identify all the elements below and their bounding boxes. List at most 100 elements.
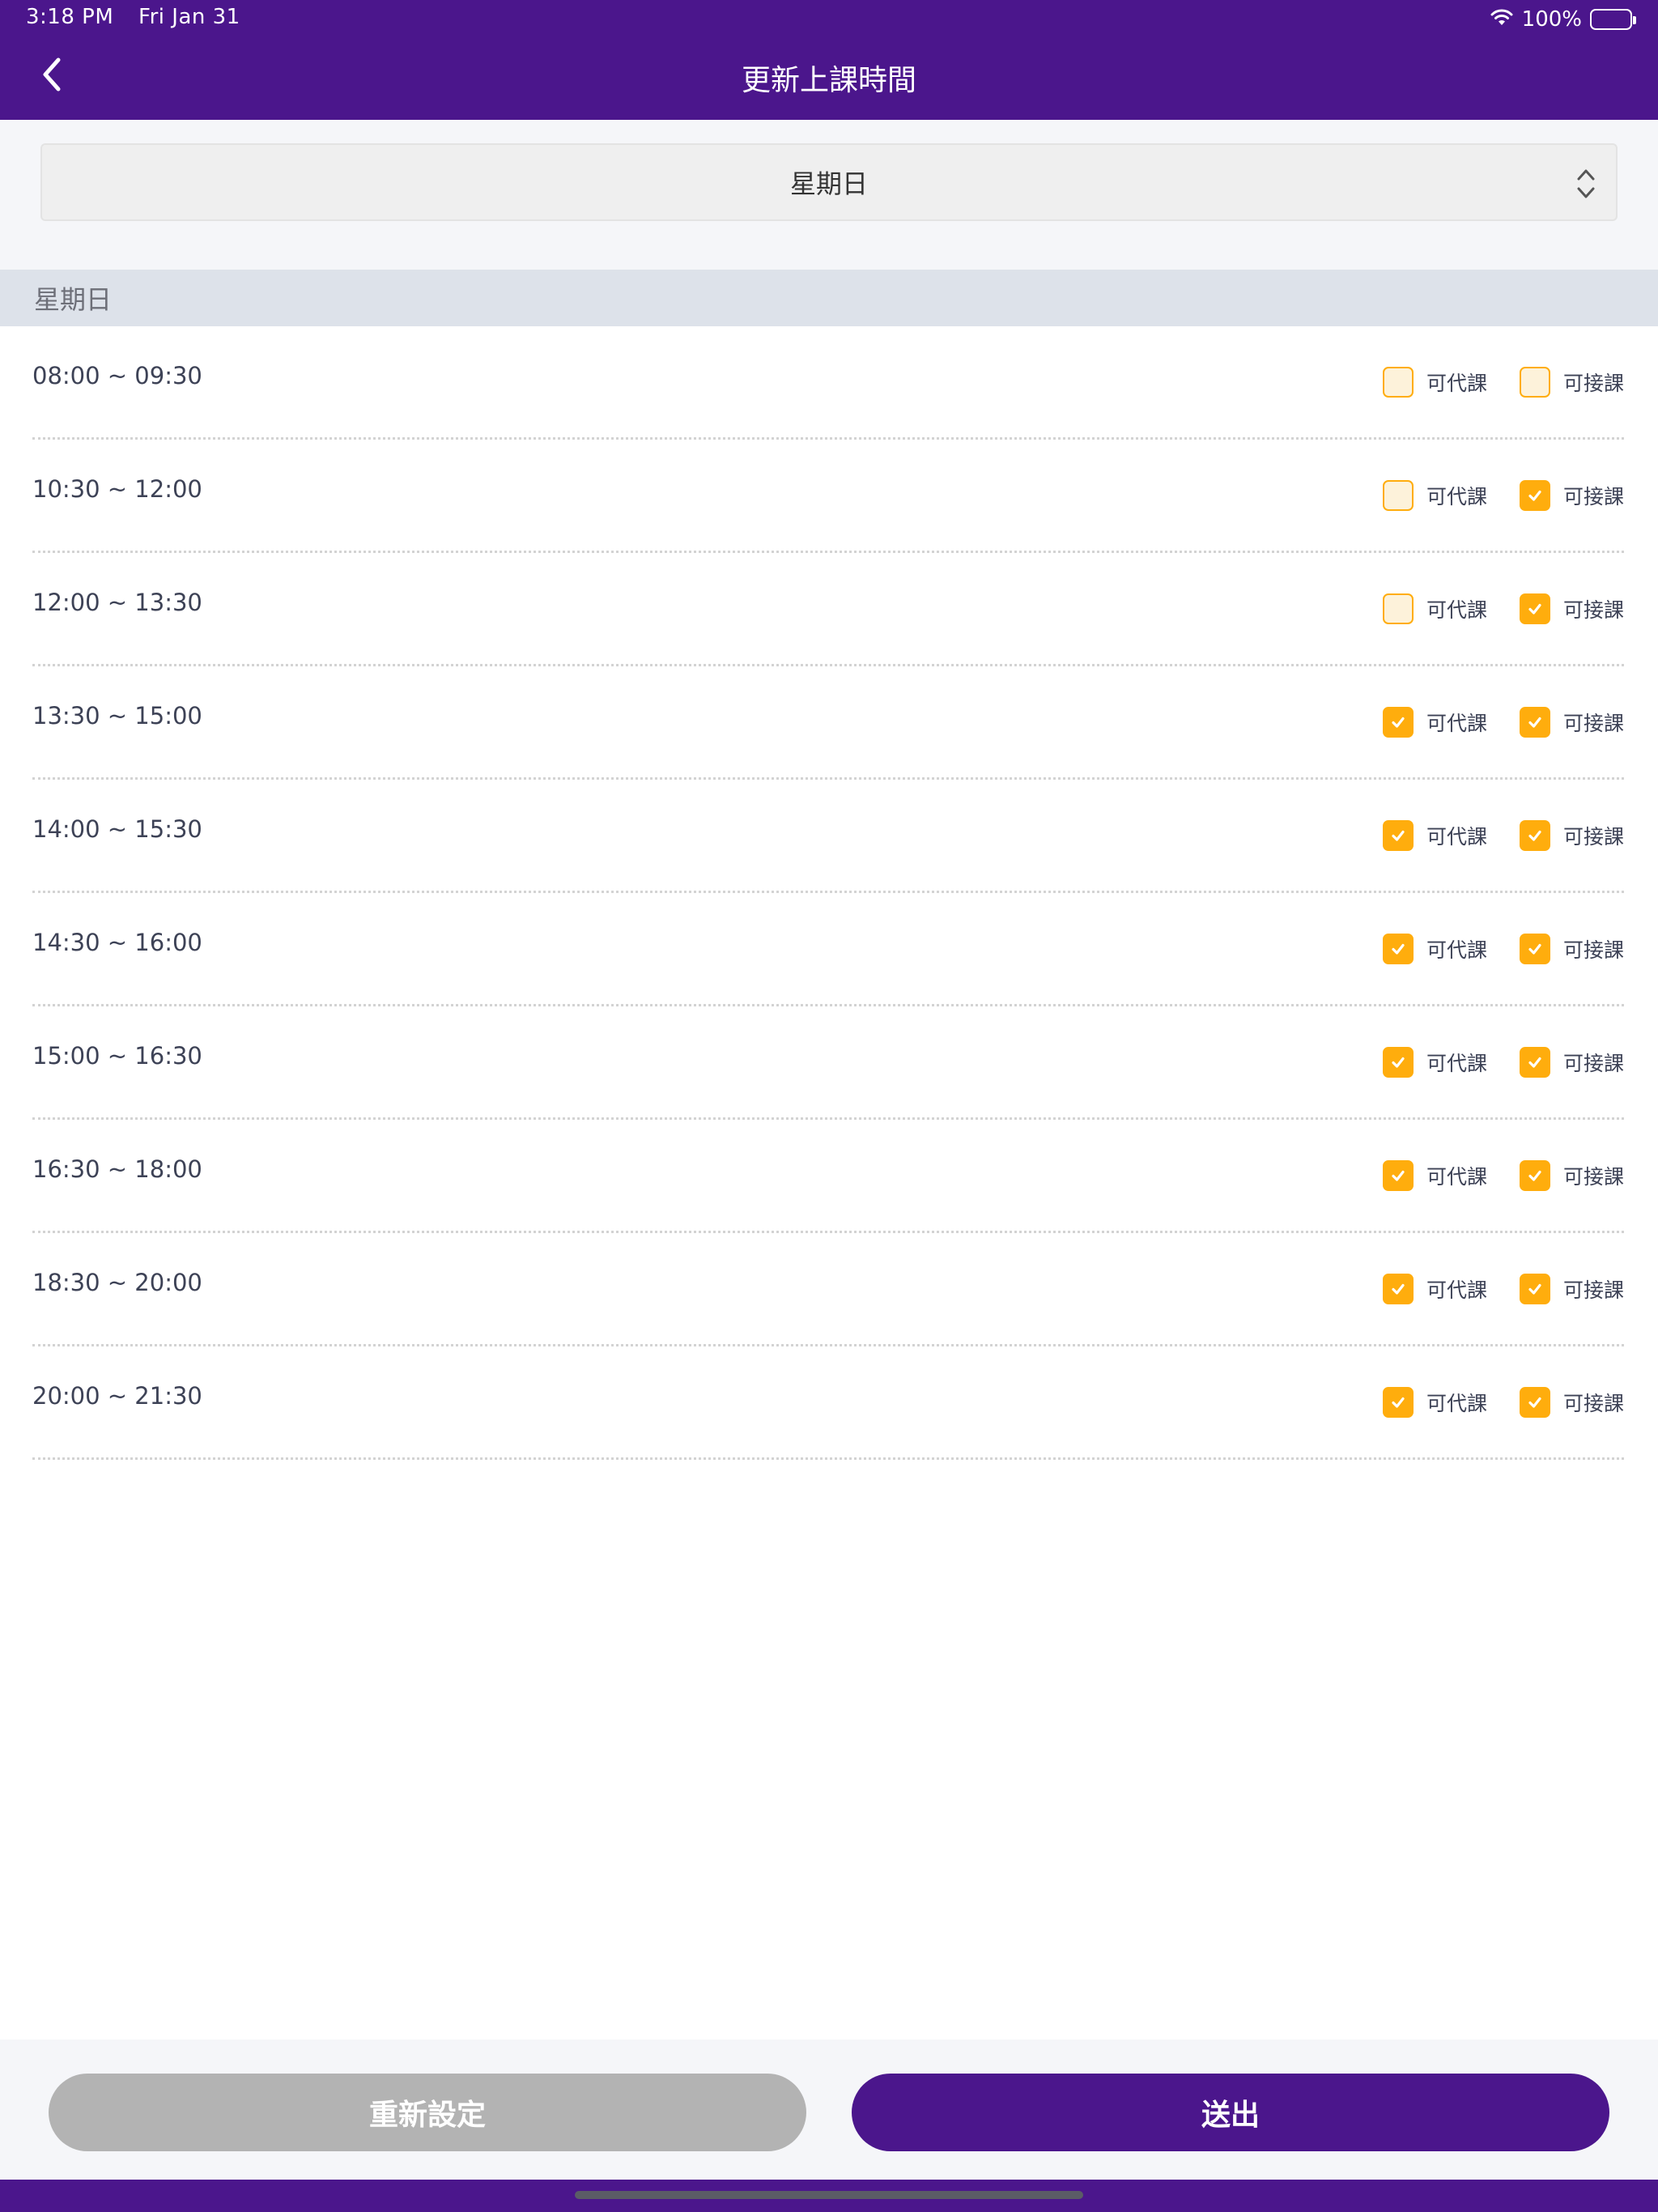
slot-time: 14:00 ~ 15:30 [32, 815, 202, 843]
checkmark-icon [1526, 713, 1544, 731]
accept-checkbox-option[interactable]: 可接課 [1519, 934, 1624, 964]
substitute-checkbox[interactable] [1382, 934, 1414, 964]
slot-options: 可代課 可接課 [1382, 1160, 1624, 1191]
substitute-checkbox-option[interactable]: 可代課 [1382, 1387, 1487, 1418]
substitute-checkbox-option[interactable]: 可代課 [1382, 934, 1487, 964]
slot-row: 16:30 ~ 18:00 可代課 可接課 [32, 1120, 1624, 1233]
slot-time: 13:30 ~ 15:00 [32, 702, 202, 730]
substitute-checkbox-option[interactable]: 可代課 [1382, 707, 1487, 738]
substitute-checkbox[interactable] [1382, 1387, 1414, 1418]
checkmark-icon [1526, 940, 1544, 958]
battery-icon [1590, 9, 1636, 30]
accept-checkbox-option[interactable]: 可接課 [1519, 1160, 1624, 1191]
slot-time: 12:00 ~ 13:30 [32, 589, 202, 616]
accept-checkbox[interactable] [1519, 707, 1550, 738]
substitute-checkbox-label: 可代課 [1426, 1278, 1487, 1302]
chevron-up-down-icon [1574, 164, 1598, 203]
accept-checkbox-option[interactable]: 可接課 [1519, 1387, 1624, 1418]
section-header: 星期日 [0, 270, 1658, 326]
substitute-checkbox-label: 可代課 [1426, 1052, 1487, 1075]
checkmark-icon [1389, 713, 1407, 731]
accept-checkbox-label: 可接課 [1562, 1278, 1624, 1302]
substitute-checkbox[interactable] [1382, 1160, 1414, 1191]
substitute-checkbox-option[interactable]: 可代課 [1382, 1274, 1487, 1304]
checkmark-icon [1389, 1167, 1407, 1185]
accept-checkbox-option[interactable]: 可接課 [1519, 367, 1624, 398]
accept-checkbox-label: 可接課 [1562, 372, 1624, 395]
checkmark-icon [1526, 1393, 1544, 1411]
slot-options: 可代課 可接課 [1382, 480, 1624, 511]
slot-row: 14:30 ~ 16:00 可代課 可接課 [32, 893, 1624, 1006]
slot-options: 可代課 可接課 [1382, 707, 1624, 738]
substitute-checkbox[interactable] [1382, 707, 1414, 738]
accept-checkbox-option[interactable]: 可接課 [1519, 707, 1624, 738]
substitute-checkbox-label: 可代課 [1426, 1392, 1487, 1415]
day-select[interactable]: 星期日 [40, 143, 1618, 221]
accept-checkbox[interactable] [1519, 1047, 1550, 1078]
accept-checkbox[interactable] [1519, 1387, 1550, 1418]
accept-checkbox-option[interactable]: 可接課 [1519, 1047, 1624, 1078]
accept-checkbox-option[interactable]: 可接課 [1519, 1274, 1624, 1304]
slot-time: 18:30 ~ 20:00 [32, 1269, 202, 1296]
submit-button[interactable]: 送出 [852, 2074, 1609, 2151]
accept-checkbox-label: 可接課 [1562, 1052, 1624, 1075]
slot-options: 可代課 可接課 [1382, 820, 1624, 851]
substitute-checkbox-option[interactable]: 可代課 [1382, 593, 1487, 624]
substitute-checkbox-option[interactable]: 可代課 [1382, 1047, 1487, 1078]
slot-options: 可代課 可接課 [1382, 1387, 1624, 1418]
slot-time: 14:30 ~ 16:00 [32, 929, 202, 956]
accept-checkbox-label: 可接課 [1562, 598, 1624, 622]
slot-options: 可代課 可接課 [1382, 934, 1624, 964]
substitute-checkbox-option[interactable]: 可代課 [1382, 480, 1487, 511]
accept-checkbox[interactable] [1519, 367, 1550, 398]
slot-list: 08:00 ~ 09:30 可代課 可接課 10:30 ~ 12:00 可代課 可接課 12… [0, 326, 1658, 1460]
substitute-checkbox[interactable] [1382, 593, 1414, 624]
substitute-checkbox-option[interactable]: 可代課 [1382, 820, 1487, 851]
page: 3:18 PM Fri Jan 31 100% 更新上課時間 星期日 星期日 0… [0, 0, 1658, 2212]
slot-row: 13:30 ~ 15:00 可代課 可接課 [32, 666, 1624, 780]
page-title: 更新上課時間 [741, 64, 916, 97]
accept-checkbox-label: 可接課 [1562, 712, 1624, 735]
checkmark-icon [1526, 1167, 1544, 1185]
checkmark-icon [1389, 827, 1407, 844]
slot-row: 10:30 ~ 12:00 可代課 可接課 [32, 440, 1624, 553]
status-date: Fri Jan 31 [138, 5, 240, 29]
substitute-checkbox-option[interactable]: 可代課 [1382, 367, 1487, 398]
checkmark-icon [1526, 487, 1544, 504]
accept-checkbox-option[interactable]: 可接課 [1519, 593, 1624, 624]
day-select-area: 星期日 [0, 120, 1658, 270]
substitute-checkbox[interactable] [1382, 1047, 1414, 1078]
accept-checkbox[interactable] [1519, 593, 1550, 624]
slot-row: 15:00 ~ 16:30 可代課 可接課 [32, 1006, 1624, 1120]
accept-checkbox-label: 可接課 [1562, 1392, 1624, 1415]
slot-row: 12:00 ~ 13:30 可代課 可接課 [32, 553, 1624, 666]
accept-checkbox[interactable] [1519, 1274, 1550, 1304]
substitute-checkbox[interactable] [1382, 367, 1414, 398]
substitute-checkbox-label: 可代課 [1426, 938, 1487, 962]
substitute-checkbox[interactable] [1382, 480, 1414, 511]
substitute-checkbox-option[interactable]: 可代課 [1382, 1160, 1487, 1191]
substitute-checkbox-label: 可代課 [1426, 1165, 1487, 1189]
slot-options: 可代課 可接課 [1382, 593, 1624, 624]
home-indicator-bar [0, 2180, 1658, 2212]
home-indicator [575, 2191, 1083, 2199]
accept-checkbox[interactable] [1519, 1160, 1550, 1191]
accept-checkbox-option[interactable]: 可接課 [1519, 480, 1624, 511]
checkmark-icon [1389, 1053, 1407, 1071]
checkmark-icon [1526, 600, 1544, 618]
slot-row: 08:00 ~ 09:30 可代課 可接課 [32, 326, 1624, 440]
accept-checkbox-option[interactable]: 可接課 [1519, 820, 1624, 851]
accept-checkbox[interactable] [1519, 820, 1550, 851]
battery-percent: 100% [1521, 7, 1582, 32]
accept-checkbox[interactable] [1519, 480, 1550, 511]
status-indicators: 100% [1490, 5, 1636, 34]
substitute-checkbox[interactable] [1382, 1274, 1414, 1304]
slot-options: 可代課 可接課 [1382, 1047, 1624, 1078]
checkmark-icon [1389, 1393, 1407, 1411]
checkmark-icon [1526, 1053, 1544, 1071]
bottom-action-bar: 重新設定 送出 [0, 2040, 1658, 2180]
substitute-checkbox[interactable] [1382, 820, 1414, 851]
reset-button[interactable]: 重新設定 [49, 2074, 806, 2151]
checkmark-icon [1526, 827, 1544, 844]
accept-checkbox[interactable] [1519, 934, 1550, 964]
